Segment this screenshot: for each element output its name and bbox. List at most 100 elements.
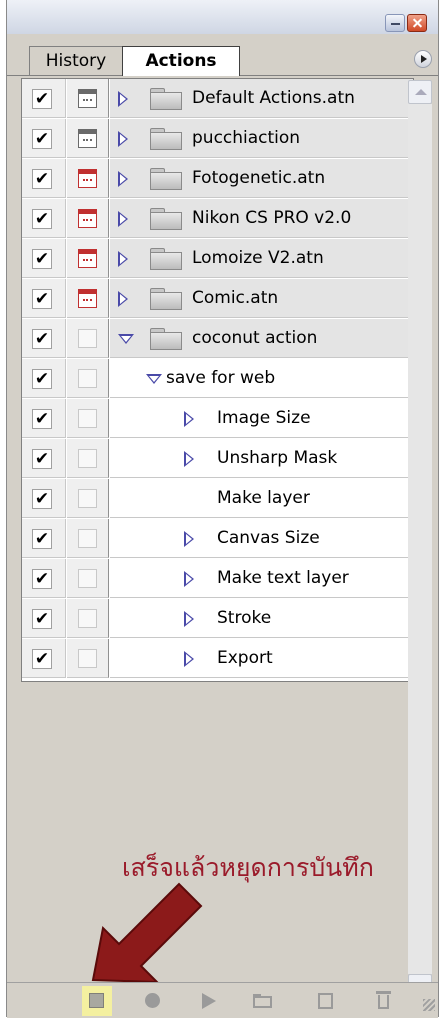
dialog-toggle-icon[interactable]	[78, 609, 97, 628]
row-content: Fotogenetic.atn	[110, 159, 413, 198]
dialog-toggle-icon[interactable]	[78, 129, 97, 148]
dialog-toggle-icon[interactable]	[78, 289, 97, 308]
action-set-row[interactable]: ✔ coconut action	[22, 319, 413, 359]
toggle-checkbox[interactable]: ✔	[32, 609, 52, 629]
folder-icon	[150, 328, 182, 350]
row-label: Comic.atn	[192, 288, 279, 308]
record-icon[interactable]	[142, 990, 164, 1012]
row-content: Unsharp Mask	[110, 439, 413, 478]
action-step-row[interactable]: ✔ Unsharp Mask	[22, 439, 413, 479]
dialog-toggle-icon[interactable]	[78, 449, 97, 468]
collapsed-triangle-icon[interactable]	[118, 131, 128, 147]
folder-icon	[150, 168, 182, 190]
toggle-dialog-cell	[67, 639, 109, 678]
row-label: Nikon CS PRO v2.0	[192, 208, 352, 228]
action-set-row[interactable]: ✔ Comic.atn	[22, 279, 413, 319]
collapsed-triangle-icon[interactable]	[184, 531, 194, 547]
action-set-row[interactable]: ✔ pucchiaction	[22, 119, 413, 159]
toggle-checkbox[interactable]: ✔	[32, 209, 52, 229]
toggle-dialog-cell	[67, 159, 109, 198]
collapsed-triangle-icon[interactable]	[184, 611, 194, 627]
row-content: pucchiaction	[110, 119, 413, 158]
toggle-checkbox[interactable]: ✔	[32, 409, 52, 429]
new-action-icon[interactable]	[315, 990, 337, 1012]
dialog-toggle-icon[interactable]	[78, 209, 97, 228]
scroll-up-arrow-icon[interactable]	[408, 80, 432, 104]
toggle-checkbox[interactable]: ✔	[32, 249, 52, 269]
collapsed-triangle-icon[interactable]	[184, 651, 194, 667]
new-set-icon[interactable]	[252, 990, 274, 1012]
action-step-row[interactable]: ✔ Make text layer	[22, 559, 413, 599]
dialog-toggle-icon[interactable]	[78, 569, 97, 588]
action-set-row[interactable]: ✔ Default Actions.atn	[22, 79, 413, 119]
dialog-toggle-icon[interactable]	[78, 409, 97, 428]
action-set-row[interactable]: ✔ Nikon CS PRO v2.0	[22, 199, 413, 239]
panel-titlebar	[7, 0, 438, 34]
action-step-row[interactable]: ✔ Export	[22, 639, 413, 679]
toggle-checkbox[interactable]: ✔	[32, 289, 52, 309]
dialog-toggle-icon[interactable]	[78, 649, 97, 668]
collapsed-triangle-icon[interactable]	[118, 171, 128, 187]
trash-icon[interactable]	[373, 990, 395, 1012]
action-step-row[interactable]: ✔ Stroke	[22, 599, 413, 639]
toggle-checkbox[interactable]: ✔	[32, 369, 52, 389]
collapsed-triangle-icon[interactable]	[184, 451, 194, 467]
close-button[interactable]	[407, 14, 427, 32]
collapsed-triangle-icon[interactable]	[118, 91, 128, 107]
collapsed-triangle-icon[interactable]	[118, 211, 128, 227]
action-set-row[interactable]: ✔ Lomoize V2.atn	[22, 239, 413, 279]
panel-menu-button[interactable]	[414, 50, 432, 68]
minimize-button[interactable]	[385, 14, 405, 32]
toggle-item-cell: ✔	[22, 319, 66, 358]
tab-history[interactable]: History	[29, 46, 123, 76]
row-content: Default Actions.atn	[110, 79, 413, 118]
dialog-toggle-icon[interactable]	[78, 529, 97, 548]
row-label: Unsharp Mask	[217, 448, 338, 468]
play-icon[interactable]	[197, 990, 219, 1012]
toggle-checkbox[interactable]: ✔	[32, 89, 52, 109]
dialog-toggle-icon[interactable]	[78, 89, 97, 108]
vertical-scrollbar[interactable]	[408, 80, 432, 1024]
toggle-checkbox[interactable]: ✔	[32, 569, 52, 589]
toggle-checkbox[interactable]: ✔	[32, 449, 52, 469]
row-content: Canvas Size	[110, 519, 413, 558]
action-step-row[interactable]: ✔ Image Size	[22, 399, 413, 439]
action-step-row[interactable]: ✔ Canvas Size	[22, 519, 413, 559]
toggle-dialog-cell	[67, 479, 109, 518]
toggle-checkbox[interactable]: ✔	[32, 489, 52, 509]
dialog-toggle-icon[interactable]	[78, 169, 97, 188]
row-label: Make layer	[217, 488, 310, 508]
collapsed-triangle-icon[interactable]	[118, 251, 128, 267]
row-label: Stroke	[217, 608, 272, 628]
collapsed-triangle-icon[interactable]	[118, 291, 128, 307]
folder-icon	[150, 128, 182, 150]
stop-icon[interactable]	[82, 986, 112, 1016]
resize-grip-icon[interactable]	[423, 999, 435, 1011]
action-set-row[interactable]: ✔ Fotogenetic.atn	[22, 159, 413, 199]
row-label: Canvas Size	[217, 528, 320, 548]
toggle-checkbox[interactable]: ✔	[32, 649, 52, 669]
toggle-dialog-cell	[67, 239, 109, 278]
dialog-toggle-icon[interactable]	[78, 489, 97, 508]
toggle-checkbox[interactable]: ✔	[32, 129, 52, 149]
toggle-checkbox[interactable]: ✔	[32, 529, 52, 549]
toggle-checkbox[interactable]: ✔	[32, 329, 52, 349]
collapsed-triangle-icon[interactable]	[184, 411, 194, 427]
collapsed-triangle-icon[interactable]	[184, 571, 194, 587]
toggle-item-cell: ✔	[22, 359, 66, 398]
dialog-toggle-icon[interactable]	[78, 329, 97, 348]
expanded-triangle-icon[interactable]	[118, 334, 134, 344]
actions-panel: History Actions ✔ Default Actions.atn ✔ puc…	[6, 0, 439, 1018]
row-label: save for web	[166, 368, 276, 388]
dialog-toggle-icon[interactable]	[78, 249, 97, 268]
expanded-triangle-icon[interactable]	[146, 374, 162, 384]
tab-actions[interactable]: Actions	[122, 46, 240, 76]
folder-icon	[150, 208, 182, 230]
toggle-checkbox[interactable]: ✔	[32, 169, 52, 189]
action-step-row[interactable]: ✔ Make layer	[22, 479, 413, 519]
toggle-item-cell: ✔	[22, 279, 66, 318]
action-row[interactable]: ✔ save for web	[22, 359, 413, 399]
dialog-toggle-icon[interactable]	[78, 369, 97, 388]
scroll-track[interactable]	[408, 104, 432, 974]
toggle-dialog-cell	[67, 119, 109, 158]
